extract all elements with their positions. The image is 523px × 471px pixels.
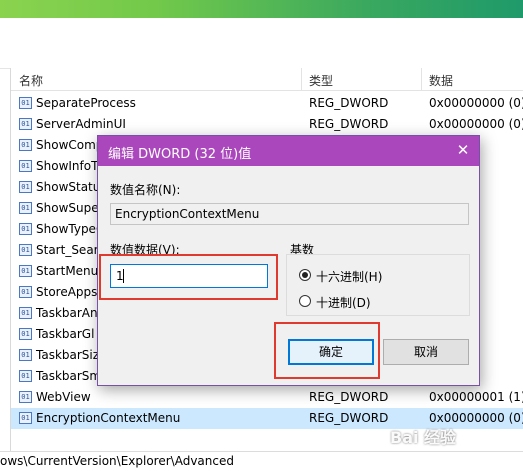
row-name: TaskbarAn xyxy=(36,306,98,320)
radio-decimal-label[interactable]: 十进制(D) xyxy=(316,294,371,311)
column-header-type[interactable]: 类型 xyxy=(309,72,333,89)
row-data: 0x00000000 (0) xyxy=(429,411,523,425)
reg-dword-icon: 01 xyxy=(19,139,32,151)
row-name: ShowTypeC xyxy=(36,222,105,236)
reg-dword-icon: 01 xyxy=(19,307,32,319)
row-type: REG_DWORD xyxy=(309,96,389,110)
cancel-button[interactable]: 取消 xyxy=(383,339,469,365)
row-name: WebView xyxy=(36,390,91,404)
row-type: REG_DWORD xyxy=(309,117,389,131)
reg-dword-icon: 01 xyxy=(19,97,32,109)
row-name: TaskbarSm xyxy=(36,369,102,383)
reg-dword-icon: 01 xyxy=(19,223,32,235)
row-type: REG_DWORD xyxy=(309,390,389,404)
row-type: REG_DWORD xyxy=(309,411,389,425)
radio-hex-label[interactable]: 十六进制(H) xyxy=(316,268,382,285)
reg-dword-icon: 01 xyxy=(19,328,32,340)
reg-dword-icon: 01 xyxy=(19,286,32,298)
row-name: StartMenu xyxy=(36,264,99,278)
row-name: ShowStatu xyxy=(36,180,101,194)
window-top-banner xyxy=(0,0,523,18)
table-row[interactable]: 01 WebView REG_DWORD 0x00000001 (1) xyxy=(11,387,523,408)
reg-dword-icon: 01 xyxy=(19,370,32,382)
value-name-field: EncryptionContextMenu xyxy=(110,203,469,225)
row-name: EncryptionContextMenu xyxy=(36,411,181,425)
radio-decimal[interactable] xyxy=(299,295,311,307)
reg-dword-icon: 01 xyxy=(19,160,32,172)
row-data: 0x00000000 (0) xyxy=(429,96,523,110)
highlight-box-ok xyxy=(274,322,380,379)
highlight-box-value xyxy=(99,254,278,300)
row-name: ShowComp xyxy=(36,138,104,152)
radio-hex[interactable] xyxy=(299,269,311,281)
row-name: StoreApps xyxy=(36,285,98,299)
reg-dword-icon: 01 xyxy=(19,391,32,403)
reg-dword-icon: 01 xyxy=(19,118,32,130)
row-name: TaskbarSiz xyxy=(36,348,100,362)
column-header-data[interactable]: 数据 xyxy=(429,72,453,89)
row-data: 0x00000001 (1) xyxy=(429,390,523,404)
status-path: ows\CurrentVersion\Explorer\Advanced xyxy=(0,454,234,468)
list-header: 名称 类型 数据 xyxy=(11,68,523,91)
row-name: ShowInfoT xyxy=(36,159,99,173)
reg-dword-icon: 01 xyxy=(19,349,32,361)
row-name: Start_Sear xyxy=(36,243,99,257)
column-divider[interactable] xyxy=(301,68,302,90)
dialog-title: 编辑 DWORD (32 位)值 xyxy=(108,147,252,162)
edit-dword-dialog: 编辑 DWORD (32 位)值 ✕ 数值名称(N): EncryptionCo… xyxy=(97,135,480,386)
row-name: ServerAdminUI xyxy=(36,117,126,131)
status-bar: ows\CurrentVersion\Explorer\Advanced xyxy=(0,451,523,471)
row-data: 0x00000000 (0) xyxy=(429,117,523,131)
dialog-body: 数值名称(N): EncryptionContextMenu 数值数据(V): … xyxy=(98,166,479,385)
reg-dword-icon: 01 xyxy=(19,244,32,256)
value-name-label: 数值名称(N): xyxy=(110,183,181,197)
base-group xyxy=(286,254,470,316)
reg-dword-icon: 01 xyxy=(19,202,32,214)
column-divider[interactable] xyxy=(421,68,422,90)
value-name-text: EncryptionContextMenu xyxy=(115,207,260,221)
table-row[interactable]: 01 ServerAdminUI REG_DWORD 0x00000000 (0) xyxy=(11,114,523,135)
reg-dword-icon: 01 xyxy=(19,181,32,193)
reg-dword-icon: 01 xyxy=(19,265,32,277)
toolbar-area xyxy=(0,18,523,69)
column-header-name[interactable]: 名称 xyxy=(19,72,43,89)
row-name: ShowSupe xyxy=(36,201,99,215)
close-icon[interactable]: ✕ xyxy=(453,140,473,160)
row-name: TaskbarGl xyxy=(36,327,95,341)
dialog-title-bar[interactable]: 编辑 DWORD (32 位)值 ✕ xyxy=(98,136,479,166)
watermark-logo: Bai 经验 xyxy=(390,428,457,447)
row-name: SeparateProcess xyxy=(36,96,136,110)
table-row[interactable]: 01 SeparateProcess REG_DWORD 0x00000000 (0) xyxy=(11,93,523,114)
reg-dword-icon: 01 xyxy=(19,412,32,424)
